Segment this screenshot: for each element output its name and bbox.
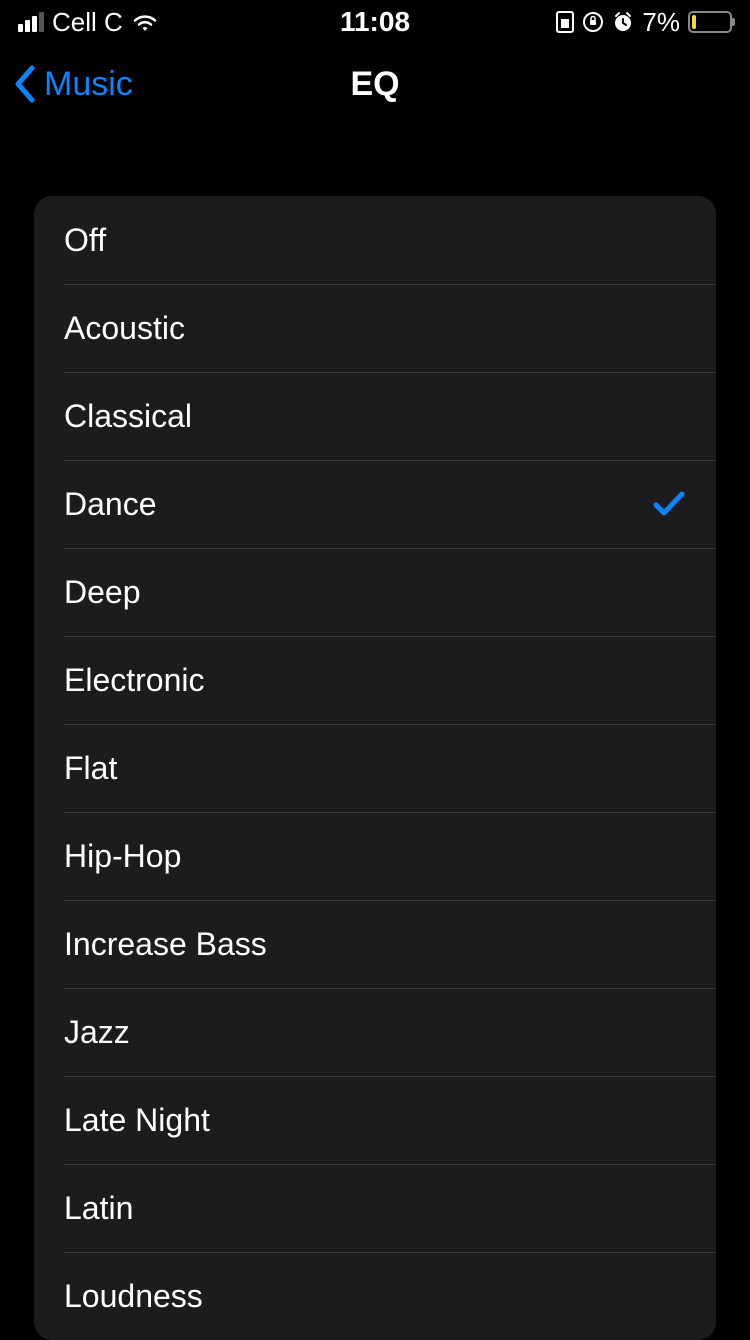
eq-option-flat[interactable]: Flat	[34, 724, 716, 812]
eq-option-label: Hip-Hop	[64, 838, 686, 875]
eq-option-hip-hop[interactable]: Hip-Hop	[34, 812, 716, 900]
wifi-icon	[131, 11, 159, 33]
status-time: 11:08	[340, 6, 410, 38]
eq-option-label: Electronic	[64, 662, 686, 699]
eq-option-label: Deep	[64, 574, 686, 611]
eq-option-jazz[interactable]: Jazz	[34, 988, 716, 1076]
eq-list: Off Acoustic Classical Dance Deep Electr…	[34, 196, 716, 1340]
eq-option-label: Dance	[64, 486, 652, 523]
back-button[interactable]: Music	[12, 64, 133, 104]
eq-option-label: Late Night	[64, 1102, 686, 1139]
battery-percentage: 7%	[642, 7, 680, 38]
eq-option-label: Acoustic	[64, 310, 686, 347]
navigation-bar: Music EQ	[0, 44, 750, 124]
eq-option-classical[interactable]: Classical	[34, 372, 716, 460]
eq-option-label: Loudness	[64, 1278, 686, 1315]
back-label: Music	[44, 65, 133, 104]
eq-option-label: Flat	[64, 750, 686, 787]
status-bar: Cell C 11:08	[0, 0, 750, 44]
eq-option-electronic[interactable]: Electronic	[34, 636, 716, 724]
status-right: 7%	[556, 7, 732, 38]
eq-option-label: Latin	[64, 1190, 686, 1227]
chevron-left-icon	[12, 64, 38, 104]
sim-icon	[556, 11, 574, 33]
eq-option-dance[interactable]: Dance	[34, 460, 716, 548]
status-left: Cell C	[18, 7, 159, 38]
eq-option-late-night[interactable]: Late Night	[34, 1076, 716, 1164]
eq-option-label: Classical	[64, 398, 686, 435]
checkmark-icon	[652, 489, 686, 519]
eq-option-label: Off	[64, 222, 686, 259]
eq-option-off[interactable]: Off	[34, 196, 716, 284]
alarm-icon	[612, 11, 634, 33]
battery-icon	[688, 11, 732, 33]
eq-option-label: Jazz	[64, 1014, 686, 1051]
eq-option-label: Increase Bass	[64, 926, 686, 963]
eq-option-acoustic[interactable]: Acoustic	[34, 284, 716, 372]
carrier-name: Cell C	[52, 7, 123, 38]
eq-option-loudness[interactable]: Loudness	[34, 1252, 716, 1340]
eq-option-increase-bass[interactable]: Increase Bass	[34, 900, 716, 988]
eq-option-deep[interactable]: Deep	[34, 548, 716, 636]
cellular-signal-icon	[18, 12, 44, 32]
page-title: EQ	[350, 65, 399, 104]
eq-option-latin[interactable]: Latin	[34, 1164, 716, 1252]
orientation-lock-icon	[582, 11, 604, 33]
